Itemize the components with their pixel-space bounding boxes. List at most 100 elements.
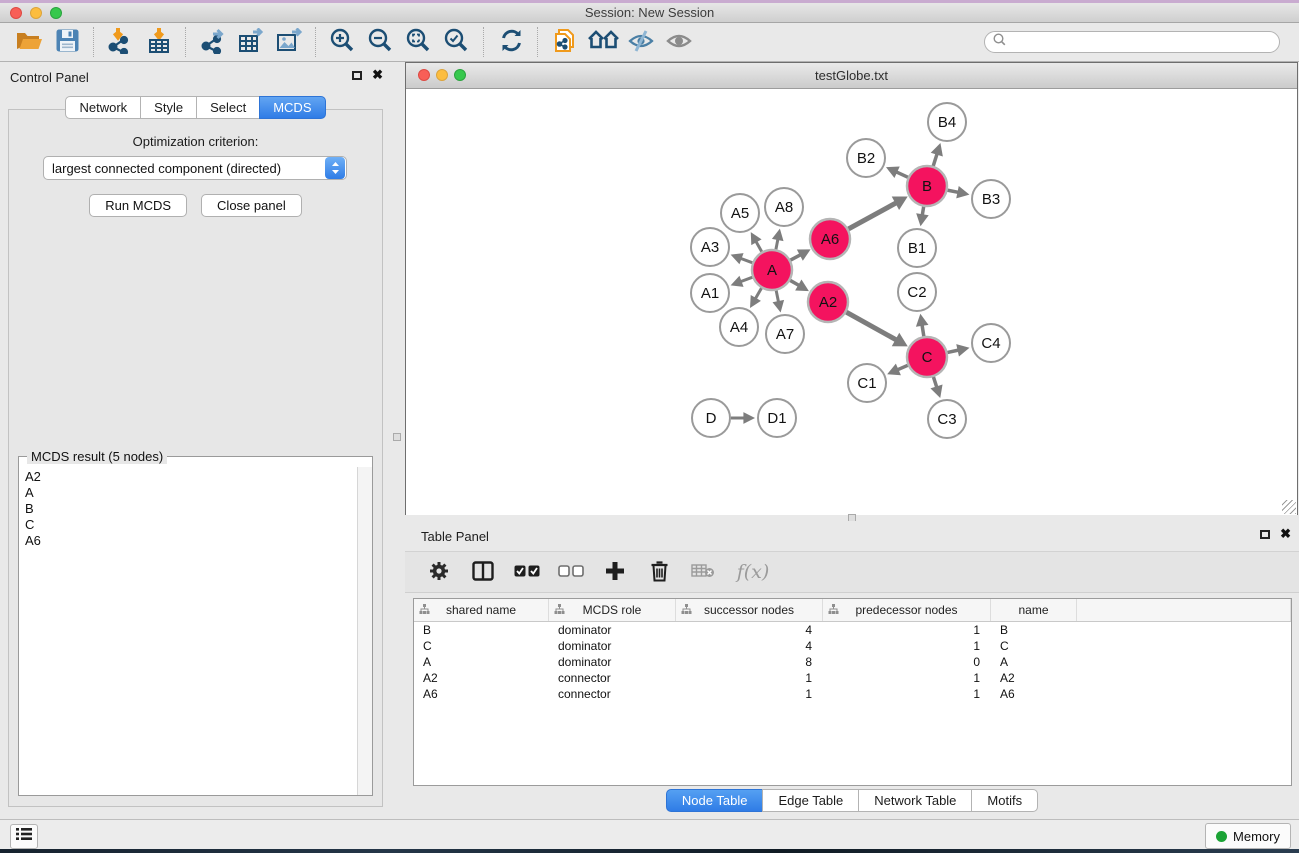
close-panel-icon[interactable]: ✖ xyxy=(1280,529,1291,539)
select-all-columns-button[interactable] xyxy=(509,556,545,588)
export-image-button[interactable] xyxy=(270,25,308,59)
divider-handle[interactable] xyxy=(393,433,401,441)
zoom-fit-button[interactable] xyxy=(400,25,438,59)
table-settings-button[interactable] xyxy=(421,556,457,588)
delete-column-button[interactable] xyxy=(641,556,677,588)
import-network-button[interactable] xyxy=(102,25,140,59)
graph-edge-B-B2 xyxy=(895,171,909,177)
save-floppy-icon xyxy=(56,29,79,55)
graph-node-label: C xyxy=(922,349,933,366)
float-panel-icon[interactable] xyxy=(1260,530,1270,539)
column-header-label: predecessor nodes xyxy=(855,603,957,617)
graph-edge-A-A1 xyxy=(740,277,754,282)
task-history-button[interactable] xyxy=(10,824,38,849)
table-row[interactable]: Cdominator41C xyxy=(414,638,1291,654)
graph-edge-A-A3 xyxy=(740,258,754,263)
table-cell: A6 xyxy=(991,686,1077,702)
run-mcds-button[interactable]: Run MCDS xyxy=(89,194,187,217)
trash-icon xyxy=(650,560,669,585)
graph-edge-A-A7 xyxy=(776,290,779,303)
table-cell: 1 xyxy=(823,638,991,654)
criterion-select[interactable]: largest connected component (directed) xyxy=(43,156,347,180)
table-cell: connector xyxy=(549,686,676,702)
plus-icon xyxy=(605,561,625,584)
search-input[interactable] xyxy=(1011,34,1271,50)
table-row[interactable]: Adominator80A xyxy=(414,654,1291,670)
result-item[interactable]: B xyxy=(25,501,351,517)
split-view-button[interactable] xyxy=(465,556,501,588)
list-icon xyxy=(16,827,32,846)
zoom-selected-button[interactable] xyxy=(438,25,476,59)
table-cell: A2 xyxy=(991,670,1077,686)
graph-arrowhead xyxy=(916,213,929,226)
network-from-document-button[interactable] xyxy=(546,25,584,59)
tab-network-table[interactable]: Network Table xyxy=(858,789,972,812)
refresh-button[interactable] xyxy=(492,25,530,59)
export-network-button[interactable] xyxy=(194,25,232,59)
home-button[interactable] xyxy=(584,25,622,59)
checked-boxes-icon xyxy=(514,565,540,580)
network-canvas[interactable]: B4B2BB3A5A8A6A3B1AA1C2A2A4A7C4CC1DD1C3 xyxy=(406,89,1297,515)
vertical-split-divider[interactable] xyxy=(391,62,405,819)
toolbar-separator xyxy=(483,27,485,57)
network-window-titlebar[interactable]: testGlobe.txt xyxy=(406,63,1297,89)
tab-select[interactable]: Select xyxy=(196,96,260,119)
column-header-successor-nodes[interactable]: successor nodes xyxy=(676,599,823,621)
result-item[interactable]: A6 xyxy=(25,533,351,549)
graph-node-label: B1 xyxy=(908,240,926,257)
function-builder-button[interactable]: f(x) xyxy=(729,556,777,588)
zoom-out-button[interactable] xyxy=(362,25,400,59)
result-item[interactable]: C xyxy=(25,517,351,533)
graph-node-label: C3 xyxy=(937,411,956,428)
graph-node-label: D1 xyxy=(767,410,786,427)
column-header-predecessor-nodes[interactable]: predecessor nodes xyxy=(823,599,991,621)
graph-arrowhead xyxy=(916,314,929,327)
table-row[interactable]: Bdominator41B xyxy=(414,622,1291,638)
graph-edge-A6-B xyxy=(848,202,898,229)
tab-network[interactable]: Network xyxy=(65,96,141,119)
result-item[interactable]: A xyxy=(25,485,351,501)
delete-table-button[interactable] xyxy=(685,556,721,588)
save-session-button[interactable] xyxy=(48,25,86,59)
table-row[interactable]: A2connector11A2 xyxy=(414,670,1291,686)
close-panel-button[interactable]: Close panel xyxy=(201,194,302,217)
import-table-button[interactable] xyxy=(140,25,178,59)
show-details-button[interactable] xyxy=(660,25,698,59)
table-cell: C xyxy=(991,638,1077,654)
column-header-mcds-role[interactable]: MCDS role xyxy=(549,599,676,621)
column-header-name[interactable]: name xyxy=(991,599,1077,621)
table-header-row: shared nameMCDS rolesuccessor nodes prede… xyxy=(414,599,1291,622)
tab-motifs[interactable]: Motifs xyxy=(971,789,1038,812)
export-table-button[interactable] xyxy=(232,25,270,59)
tab-node-table[interactable]: Node Table xyxy=(666,789,764,812)
graph-edge-A-A4 xyxy=(755,287,762,299)
hide-details-button[interactable] xyxy=(622,25,660,59)
search-field[interactable] xyxy=(984,31,1280,53)
table-cell: 8 xyxy=(676,654,823,670)
tab-style[interactable]: Style xyxy=(140,96,197,119)
memory-button[interactable]: Memory xyxy=(1205,823,1291,849)
control-panel-title: Control Panel xyxy=(10,70,89,85)
result-scrollbar[interactable] xyxy=(357,467,372,795)
table-row[interactable]: A6connector11A6 xyxy=(414,686,1291,702)
column-header-shared-name[interactable]: shared name xyxy=(414,599,549,621)
open-folder-icon xyxy=(15,29,43,56)
graph-node-label: A8 xyxy=(775,199,793,216)
unselect-all-columns-button[interactable] xyxy=(553,556,589,588)
close-panel-icon[interactable]: ✖ xyxy=(372,70,383,80)
graph-node-label: A xyxy=(767,262,777,279)
table-toolbar: f(x) xyxy=(405,551,1299,593)
float-panel-icon[interactable] xyxy=(352,71,362,80)
result-item[interactable]: A2 xyxy=(25,469,351,485)
tab-edge-table[interactable]: Edge Table xyxy=(762,789,859,812)
add-column-button[interactable] xyxy=(597,556,633,588)
window-resize-grip[interactable] xyxy=(1282,500,1296,514)
network-graph: B4B2BB3A5A8A6A3B1AA1C2A2A4A7C4CC1DD1C3 xyxy=(406,89,1297,515)
zoom-in-button[interactable] xyxy=(324,25,362,59)
table-cell: 1 xyxy=(676,670,823,686)
open-session-button[interactable] xyxy=(10,25,48,59)
graph-node-label: A1 xyxy=(701,285,719,302)
table-cell: 0 xyxy=(823,654,991,670)
tab-mcds[interactable]: MCDS xyxy=(259,96,325,119)
graph-node-label: A7 xyxy=(776,326,794,343)
